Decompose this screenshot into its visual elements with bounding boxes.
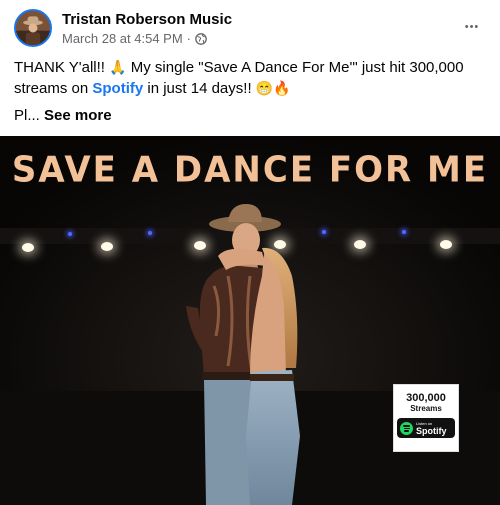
spotify-logo-icon — [400, 421, 413, 435]
streams-count: 300,000 — [406, 392, 446, 404]
post-text-part3: in just 14 days!! — [143, 80, 256, 97]
pray-emoji: 🙏 — [109, 59, 127, 75]
avatar[interactable] — [14, 9, 52, 47]
avatar-image — [16, 11, 50, 45]
fire-emoji: 🔥 — [273, 80, 291, 96]
spotify-name: Spotify — [416, 425, 447, 436]
post-header: Tristan Roberson Music March 28 at 4:54 … — [14, 9, 490, 49]
post-timestamp[interactable]: March 28 at 4:54 PM — [62, 31, 183, 46]
meta-separator: · — [186, 31, 192, 46]
see-more-row: Pl... See more — [14, 105, 112, 126]
see-more-button[interactable]: See more — [44, 107, 112, 124]
streams-unit: Streams — [410, 404, 442, 413]
post-meta: March 28 at 4:54 PM · — [62, 31, 207, 46]
spotify-pill-text: Listen on Spotify — [416, 421, 447, 436]
post-body-text: THANK Y'all!! 🙏 My single "Save A Dance … — [14, 57, 484, 99]
more-horizontal-icon: ••• — [464, 21, 480, 33]
spotify-link[interactable]: Spotify — [92, 80, 143, 97]
post-text-part1: THANK Y'all!! — [14, 59, 110, 76]
spotify-pill: Listen on Spotify — [397, 418, 455, 438]
more-options-button[interactable]: ••• — [458, 13, 486, 41]
globe-icon — [195, 32, 207, 45]
grin-emoji: 😁 — [255, 80, 274, 96]
streams-badge: 300,000 Streams Listen on Spotify — [393, 384, 459, 452]
page-name-link[interactable]: Tristan Roberson Music — [62, 11, 232, 28]
post-image[interactable]: SAVE A DANCE FOR ME 300,000 Streams List… — [0, 136, 500, 505]
truncated-text: Pl... — [14, 107, 40, 124]
